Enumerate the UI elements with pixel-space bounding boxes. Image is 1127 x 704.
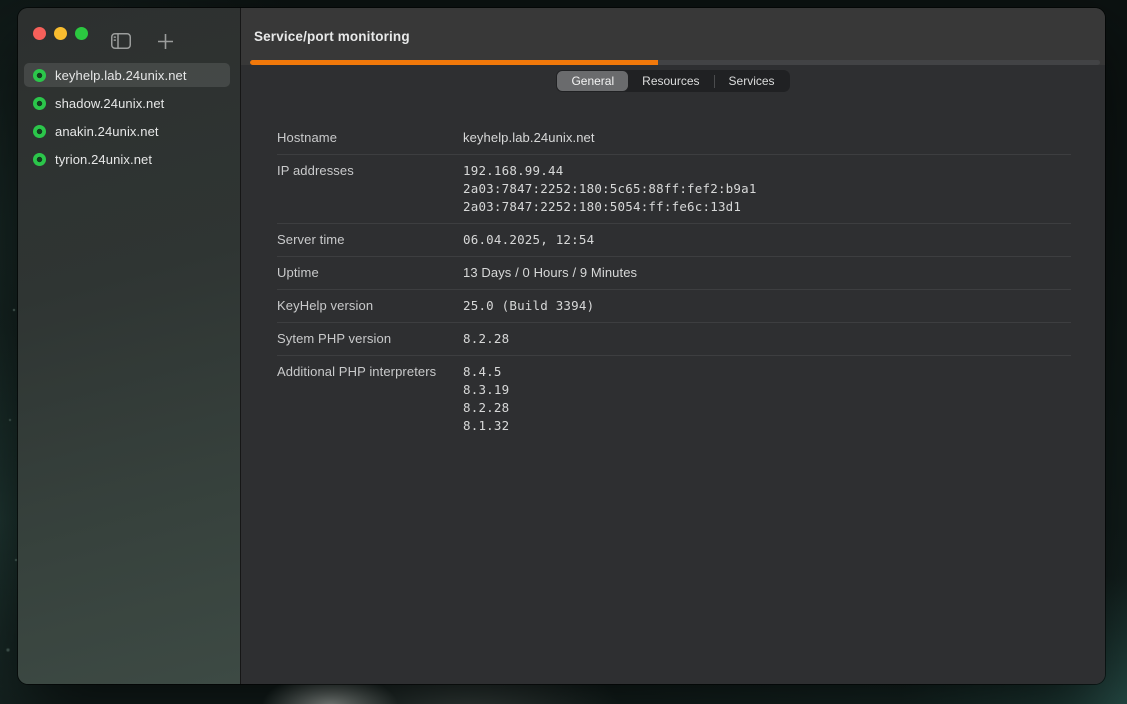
- row-value: 8.2.28: [463, 330, 509, 348]
- value-line: 8.1.32: [463, 417, 509, 435]
- info-row-ip-addresses: IP addresses 192.168.99.44 2a03:7847:225…: [277, 155, 1071, 224]
- row-label: Sytem PHP version: [277, 330, 463, 348]
- tab-services[interactable]: Services: [715, 71, 789, 91]
- value-line: 8.4.5: [463, 363, 509, 381]
- info-row-uptime: Uptime 13 Days / 0 Hours / 9 Minutes: [277, 257, 1071, 290]
- row-value: 13 Days / 0 Hours / 9 Minutes: [463, 264, 637, 282]
- row-value: 25.0 (Build 3394): [463, 297, 594, 315]
- server-list: keyhelp.lab.24unix.net shadow.24unix.net…: [24, 63, 230, 171]
- titlebar-progress-fill: [250, 60, 658, 65]
- server-name: shadow.24unix.net: [55, 96, 164, 111]
- row-label: Hostname: [277, 129, 463, 147]
- zoom-button[interactable]: [75, 27, 88, 40]
- row-label: IP addresses: [277, 162, 463, 180]
- main-panel: Service/port monitoring General Resource…: [240, 8, 1105, 684]
- plus-icon: [157, 33, 174, 50]
- row-label: Server time: [277, 231, 463, 249]
- value-line: 06.04.2025, 12:54: [463, 231, 594, 249]
- sidebar-item-server[interactable]: shadow.24unix.net: [24, 91, 230, 115]
- value-line: 8.3.19: [463, 381, 509, 399]
- general-info-table: Hostname keyhelp.lab.24unix.net IP addre…: [277, 122, 1071, 442]
- page-title: Service/port monitoring: [254, 29, 410, 44]
- info-row-hostname: Hostname keyhelp.lab.24unix.net: [277, 122, 1071, 155]
- row-value: keyhelp.lab.24unix.net: [463, 129, 595, 147]
- tab-general[interactable]: General: [557, 71, 628, 91]
- toggle-sidebar-button[interactable]: [110, 32, 132, 50]
- value-line: 13 Days / 0 Hours / 9 Minutes: [463, 264, 637, 282]
- server-name: tyrion.24unix.net: [55, 152, 152, 167]
- info-row-system-php-version: Sytem PHP version 8.2.28: [277, 323, 1071, 356]
- minimize-button[interactable]: [54, 27, 67, 40]
- view-tabs: General Resources Services: [556, 70, 789, 92]
- row-value: 192.168.99.44 2a03:7847:2252:180:5c65:88…: [463, 162, 757, 216]
- desktop: { "window": { "title": "Service/port mon…: [0, 0, 1127, 704]
- sidebar-item-server[interactable]: anakin.24unix.net: [24, 119, 230, 143]
- add-server-button[interactable]: [154, 32, 176, 50]
- app-window: keyhelp.lab.24unix.net shadow.24unix.net…: [18, 8, 1105, 684]
- value-line: keyhelp.lab.24unix.net: [463, 129, 595, 147]
- value-line: 192.168.99.44: [463, 162, 757, 180]
- value-line: 2a03:7847:2252:180:5c65:88ff:fef2:b9a1: [463, 180, 757, 198]
- value-line: 8.2.28: [463, 330, 509, 348]
- sidebar-icon: [111, 33, 131, 49]
- sidebar-item-server[interactable]: tyrion.24unix.net: [24, 147, 230, 171]
- server-status-online-icon: [33, 125, 46, 138]
- server-name: anakin.24unix.net: [55, 124, 159, 139]
- server-status-online-icon: [33, 153, 46, 166]
- info-row-keyhelp-version: KeyHelp version 25.0 (Build 3394): [277, 290, 1071, 323]
- tab-resources[interactable]: Resources: [628, 71, 713, 91]
- tab-bar: General Resources Services: [241, 70, 1105, 92]
- traffic-lights: [33, 27, 88, 40]
- info-row-server-time: Server time 06.04.2025, 12:54: [277, 224, 1071, 257]
- value-line: 25.0 (Build 3394): [463, 297, 594, 315]
- titlebar: Service/port monitoring: [241, 8, 1105, 65]
- sidebar: keyhelp.lab.24unix.net shadow.24unix.net…: [18, 8, 240, 684]
- info-row-additional-php-interpreters: Additional PHP interpreters 8.4.5 8.3.19…: [277, 356, 1071, 442]
- server-status-online-icon: [33, 97, 46, 110]
- sidebar-item-server[interactable]: keyhelp.lab.24unix.net: [24, 63, 230, 87]
- sidebar-toolbar: [110, 32, 176, 50]
- value-line: 2a03:7847:2252:180:5054:ff:fe6c:13d1: [463, 198, 757, 216]
- row-label: KeyHelp version: [277, 297, 463, 315]
- value-line: 8.2.28: [463, 399, 509, 417]
- titlebar-progress-track: [250, 60, 1100, 65]
- server-status-online-icon: [33, 69, 46, 82]
- close-button[interactable]: [33, 27, 46, 40]
- row-value: 06.04.2025, 12:54: [463, 231, 594, 249]
- server-name: keyhelp.lab.24unix.net: [55, 68, 187, 83]
- row-label: Additional PHP interpreters: [277, 363, 463, 381]
- row-label: Uptime: [277, 264, 463, 282]
- row-value: 8.4.5 8.3.19 8.2.28 8.1.32: [463, 363, 509, 435]
